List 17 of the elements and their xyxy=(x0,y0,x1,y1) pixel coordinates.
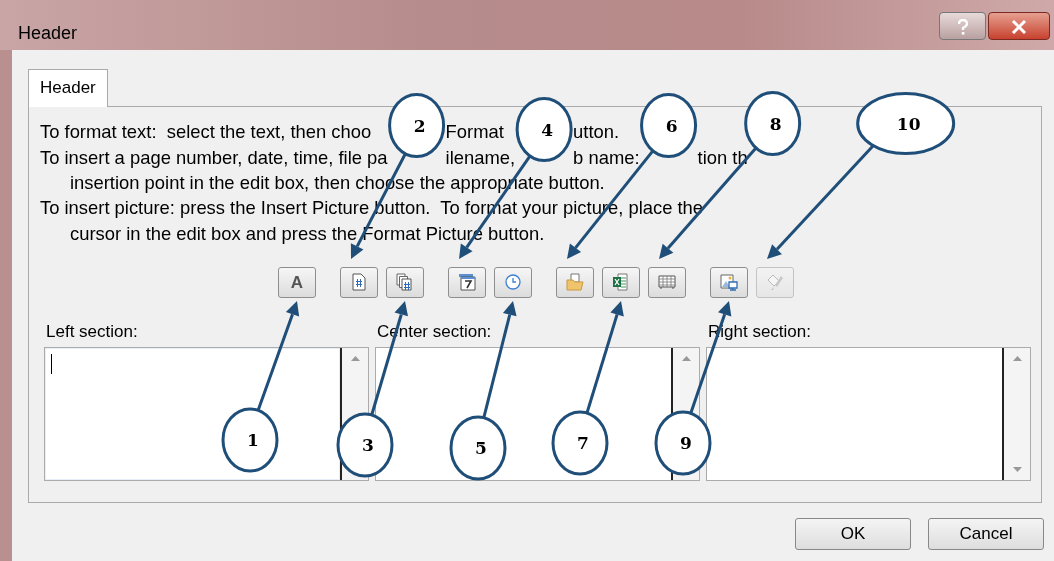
callout-tooltip: 7 xyxy=(551,410,609,476)
callout-tooltip: 6 xyxy=(640,93,698,158)
instruction-text: To insert a page number, date, time, file pa xyxy=(40,145,388,170)
section-label: Left section: xyxy=(46,321,138,343)
callout-tooltip: 1 xyxy=(221,407,279,473)
window-title: Header xyxy=(18,22,78,45)
callout-tooltip: 2 xyxy=(388,93,446,158)
callout-tooltip: 5 xyxy=(449,415,507,481)
instruction-text: b name: xyxy=(573,145,640,170)
instruction-text: To format text: select the text, then choo xyxy=(40,120,372,145)
instruction-text: ilename, xyxy=(445,145,516,170)
instruction-text: utton. xyxy=(573,120,620,145)
callout-tooltip: 3 xyxy=(336,412,394,478)
callout-tooltip: 10 xyxy=(856,92,956,155)
instruction-text: Format xyxy=(445,120,504,145)
callout-tooltip: 9 xyxy=(654,410,712,476)
callout-tooltip: 4 xyxy=(515,97,573,162)
